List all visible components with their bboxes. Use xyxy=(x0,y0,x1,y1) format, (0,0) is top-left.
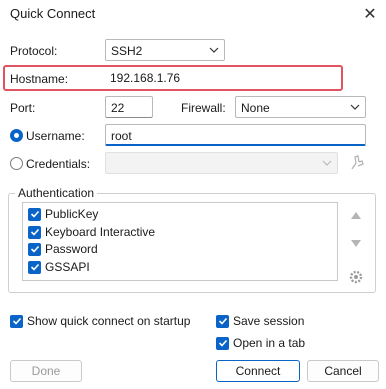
move-up-icon[interactable] xyxy=(346,207,366,223)
protocol-value: SSH2 xyxy=(111,44,143,58)
checkbox-checked-icon[interactable] xyxy=(10,314,23,328)
credentials-select[interactable] xyxy=(105,152,338,174)
checkbox-checked-icon[interactable] xyxy=(216,314,229,328)
list-item[interactable]: Password xyxy=(28,242,98,256)
gear-icon[interactable] xyxy=(346,267,366,287)
firewall-select[interactable]: None xyxy=(235,96,366,118)
hostname-input[interactable]: 192.168.1.76 xyxy=(105,67,337,89)
connect-button[interactable]: Connect xyxy=(216,360,300,382)
chevron-down-icon xyxy=(209,47,219,53)
port-input[interactable]: 22 xyxy=(105,96,153,118)
auth-method-label: PublicKey xyxy=(45,207,99,221)
authentication-label: Authentication xyxy=(15,186,98,200)
show-quick-connect-label: Show quick connect on startup xyxy=(27,314,191,328)
show-quick-connect-option[interactable]: Show quick connect on startup xyxy=(10,314,190,328)
chevron-down-icon xyxy=(350,104,360,110)
firewall-label: Firewall: xyxy=(181,101,226,115)
auth-method-label: GSSAPI xyxy=(45,260,90,274)
close-icon[interactable]: ✕ xyxy=(360,4,380,24)
list-item[interactable]: GSSAPI xyxy=(28,260,90,274)
credentials-manager-icon[interactable] xyxy=(346,151,368,173)
cancel-button[interactable]: Cancel xyxy=(307,360,379,382)
username-radio[interactable] xyxy=(10,129,23,142)
checkbox-checked-icon[interactable] xyxy=(216,336,229,350)
auth-method-label: Password xyxy=(45,242,98,256)
window-title: Quick Connect xyxy=(10,6,96,21)
checkbox-checked-icon[interactable] xyxy=(28,260,41,274)
username-input[interactable]: root xyxy=(105,124,366,146)
chevron-down-icon xyxy=(322,160,332,166)
open-in-tab-label: Open in a tab xyxy=(233,336,306,350)
list-item[interactable]: Keyboard Interactive xyxy=(28,225,155,239)
checkbox-checked-icon[interactable] xyxy=(28,242,41,256)
credentials-label: Credentials: xyxy=(26,157,91,171)
port-value: 22 xyxy=(111,101,125,115)
username-label: Username: xyxy=(26,129,85,143)
hostname-value: 192.168.1.76 xyxy=(110,71,181,85)
save-session-option[interactable]: Save session xyxy=(216,314,304,328)
credentials-radio[interactable] xyxy=(10,157,23,170)
firewall-value: None xyxy=(241,101,270,115)
checkbox-checked-icon[interactable] xyxy=(28,207,41,221)
username-value: root xyxy=(111,129,132,143)
hostname-label: Hostname: xyxy=(10,72,69,86)
done-button[interactable]: Done xyxy=(10,360,82,382)
checkbox-checked-icon[interactable] xyxy=(28,225,41,239)
port-label: Port: xyxy=(10,101,36,115)
list-item[interactable]: PublicKey xyxy=(28,207,98,221)
protocol-label: Protocol: xyxy=(10,44,58,58)
save-session-label: Save session xyxy=(233,314,305,328)
open-in-tab-option[interactable]: Open in a tab xyxy=(216,336,305,350)
move-down-icon[interactable] xyxy=(346,236,366,252)
protocol-select[interactable]: SSH2 xyxy=(105,39,225,61)
auth-method-label: Keyboard Interactive xyxy=(45,225,156,239)
